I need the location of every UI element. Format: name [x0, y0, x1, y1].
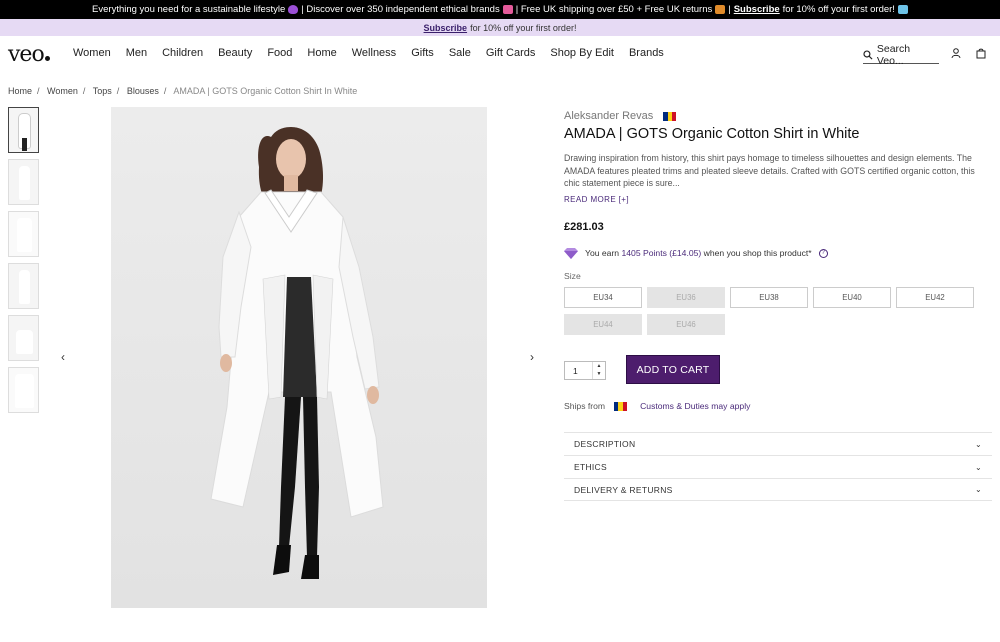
thumbnail-list — [8, 107, 39, 419]
subscribe-link[interactable]: Subscribe — [424, 23, 468, 33]
accordion-delivery-returns[interactable]: DELIVERY & RETURNS ⌄ — [564, 478, 992, 501]
quantity-stepper[interactable]: 1 ▲ ▼ — [564, 361, 606, 380]
info-question-icon[interactable]: ? — [818, 248, 828, 258]
size-option-eu34[interactable]: EU34 — [564, 287, 642, 308]
ships-from-row: Ships from Customs & Duties may apply — [564, 401, 750, 411]
add-to-cart-button[interactable]: ADD TO CART — [626, 355, 720, 384]
brand-name[interactable]: Aleksander Revas — [564, 110, 653, 122]
points-suffix: when you shop this product* — [703, 248, 812, 258]
thumbnail-5[interactable] — [8, 315, 39, 361]
accordion-ethics[interactable]: ETHICS ⌄ — [564, 455, 992, 478]
breadcrumb: Home / Women / Tops / Blouses / AMADA | GOTS… — [8, 86, 358, 96]
thumbnail-2[interactable] — [8, 159, 39, 205]
breadcrumb-tops[interactable]: Tops — [93, 86, 112, 96]
brand-row: Aleksander Revas — [564, 110, 677, 122]
main-nav: Women Men Children Beauty Food Home Well… — [73, 47, 679, 59]
size-option-eu44[interactable]: EU44 — [564, 314, 642, 335]
quantity-down-icon[interactable]: ▼ — [593, 370, 605, 378]
product-description: Drawing inspiration from history, this s… — [564, 153, 975, 189]
nav-item-men[interactable]: Men — [126, 47, 147, 59]
size-option-eu38[interactable]: EU38 — [730, 287, 808, 308]
nav-item-gift-cards[interactable]: Gift Cards — [486, 47, 536, 59]
model-illustration — [210, 127, 384, 579]
thumbnail-1[interactable] — [8, 107, 39, 153]
accordion-ethics-label: ETHICS — [574, 462, 607, 472]
accordion-description-label: DESCRIPTION — [574, 439, 636, 449]
diamond-icon — [564, 248, 578, 259]
breadcrumb-home[interactable]: Home — [8, 86, 32, 96]
shopping-bags-icon — [502, 5, 513, 14]
delivery-truck-icon — [715, 5, 726, 14]
announcement-subscribe-link[interactable]: Subscribe — [734, 4, 780, 15]
search-icon — [863, 49, 873, 60]
announcement-bar: Everything you need for a sustainable li… — [0, 0, 1000, 19]
announcement-text-5: for 10% off your first order! — [782, 4, 895, 15]
site-header: veo Women Men Children Beauty Food Home … — [0, 36, 1000, 72]
read-more-link[interactable]: READ MORE [+] — [564, 195, 629, 204]
size-option-eu46[interactable]: EU46 — [647, 314, 725, 335]
customs-duties-link[interactable]: Customs & Duties may apply — [640, 401, 750, 411]
quantity-up-icon[interactable]: ▲ — [593, 362, 605, 370]
cart-icon[interactable] — [975, 47, 987, 59]
veo-logo[interactable]: veo — [8, 42, 50, 67]
product-price: £281.03 — [564, 221, 604, 233]
gallery-next-arrow[interactable]: › — [530, 350, 534, 364]
logo-text: veo — [8, 42, 45, 67]
ships-from-label: Ships from — [564, 401, 606, 411]
announcement-text-1: Everything you need for a sustainable li… — [92, 4, 286, 15]
chevron-down-icon: ⌄ — [974, 485, 982, 494]
product-title: AMADA | GOTS Organic Cotton Shirt in Whi… — [564, 126, 860, 142]
bell-icon — [897, 5, 908, 14]
points-prefix: You earn — [585, 248, 620, 258]
subscribe-bar: Subscribe for 10% off your first order! — [0, 19, 1000, 36]
announcement-text-4: | — [728, 4, 731, 15]
nav-item-sale[interactable]: Sale — [449, 47, 471, 59]
nav-item-children[interactable]: Children — [162, 47, 203, 59]
nav-item-food[interactable]: Food — [267, 47, 292, 59]
purple-heart-icon — [288, 5, 299, 14]
thumbnail-4[interactable] — [8, 263, 39, 309]
gallery-prev-arrow[interactable]: ‹ — [61, 350, 65, 364]
chevron-down-icon: ⌄ — [974, 462, 982, 472]
romania-flag-icon — [663, 111, 677, 121]
subscribe-bar-text: for 10% off your first order! — [470, 22, 577, 33]
announcement-text-3: | Free UK shipping over £50 + Free UK re… — [515, 4, 713, 15]
nav-item-shop-by-edit[interactable]: Shop By Edit — [550, 47, 614, 59]
size-option-eu40[interactable]: EU40 — [813, 287, 891, 308]
logo-dot — [44, 56, 50, 61]
nav-item-brands[interactable]: Brands — [629, 47, 664, 59]
breadcrumb-blouses[interactable]: Blouses — [127, 86, 159, 96]
breadcrumb-women[interactable]: Women — [47, 86, 78, 96]
nav-item-home[interactable]: Home — [307, 47, 336, 59]
nav-item-wellness[interactable]: Wellness — [352, 47, 396, 59]
size-label: Size — [564, 271, 581, 281]
loyalty-points: You earn 1405 Points (£14.05) when you s… — [564, 247, 828, 259]
breadcrumb-current: AMADA | GOTS Organic Cotton Shirt In Whi… — [173, 86, 358, 96]
thumbnail-6[interactable] — [8, 367, 39, 413]
quantity-value: 1 — [573, 365, 578, 376]
quantity-arrows[interactable]: ▲ ▼ — [592, 362, 605, 379]
thumbnail-3[interactable] — [8, 211, 39, 257]
nav-item-women[interactable]: Women — [73, 47, 111, 59]
account-icon[interactable] — [950, 47, 962, 59]
nav-item-gifts[interactable]: Gifts — [411, 47, 434, 59]
size-option-eu36[interactable]: EU36 — [647, 287, 725, 308]
ships-from-flag-icon — [614, 401, 628, 411]
search-input[interactable]: Search Veo... — [863, 42, 939, 67]
nav-item-beauty[interactable]: Beauty — [218, 47, 252, 59]
announcement-text-2: | Discover over 350 independent ethical … — [301, 4, 500, 15]
points-value: 1405 Points (£14.05) — [621, 248, 702, 258]
accordion-delivery-label: DELIVERY & RETURNS — [574, 484, 673, 495]
product-main-image — [111, 107, 487, 608]
accordion-description[interactable]: DESCRIPTION ⌄ — [564, 432, 992, 455]
size-option-eu42[interactable]: EU42 — [896, 287, 974, 308]
search-placeholder: Search Veo... — [876, 42, 911, 67]
chevron-down-icon: ⌄ — [974, 439, 982, 449]
